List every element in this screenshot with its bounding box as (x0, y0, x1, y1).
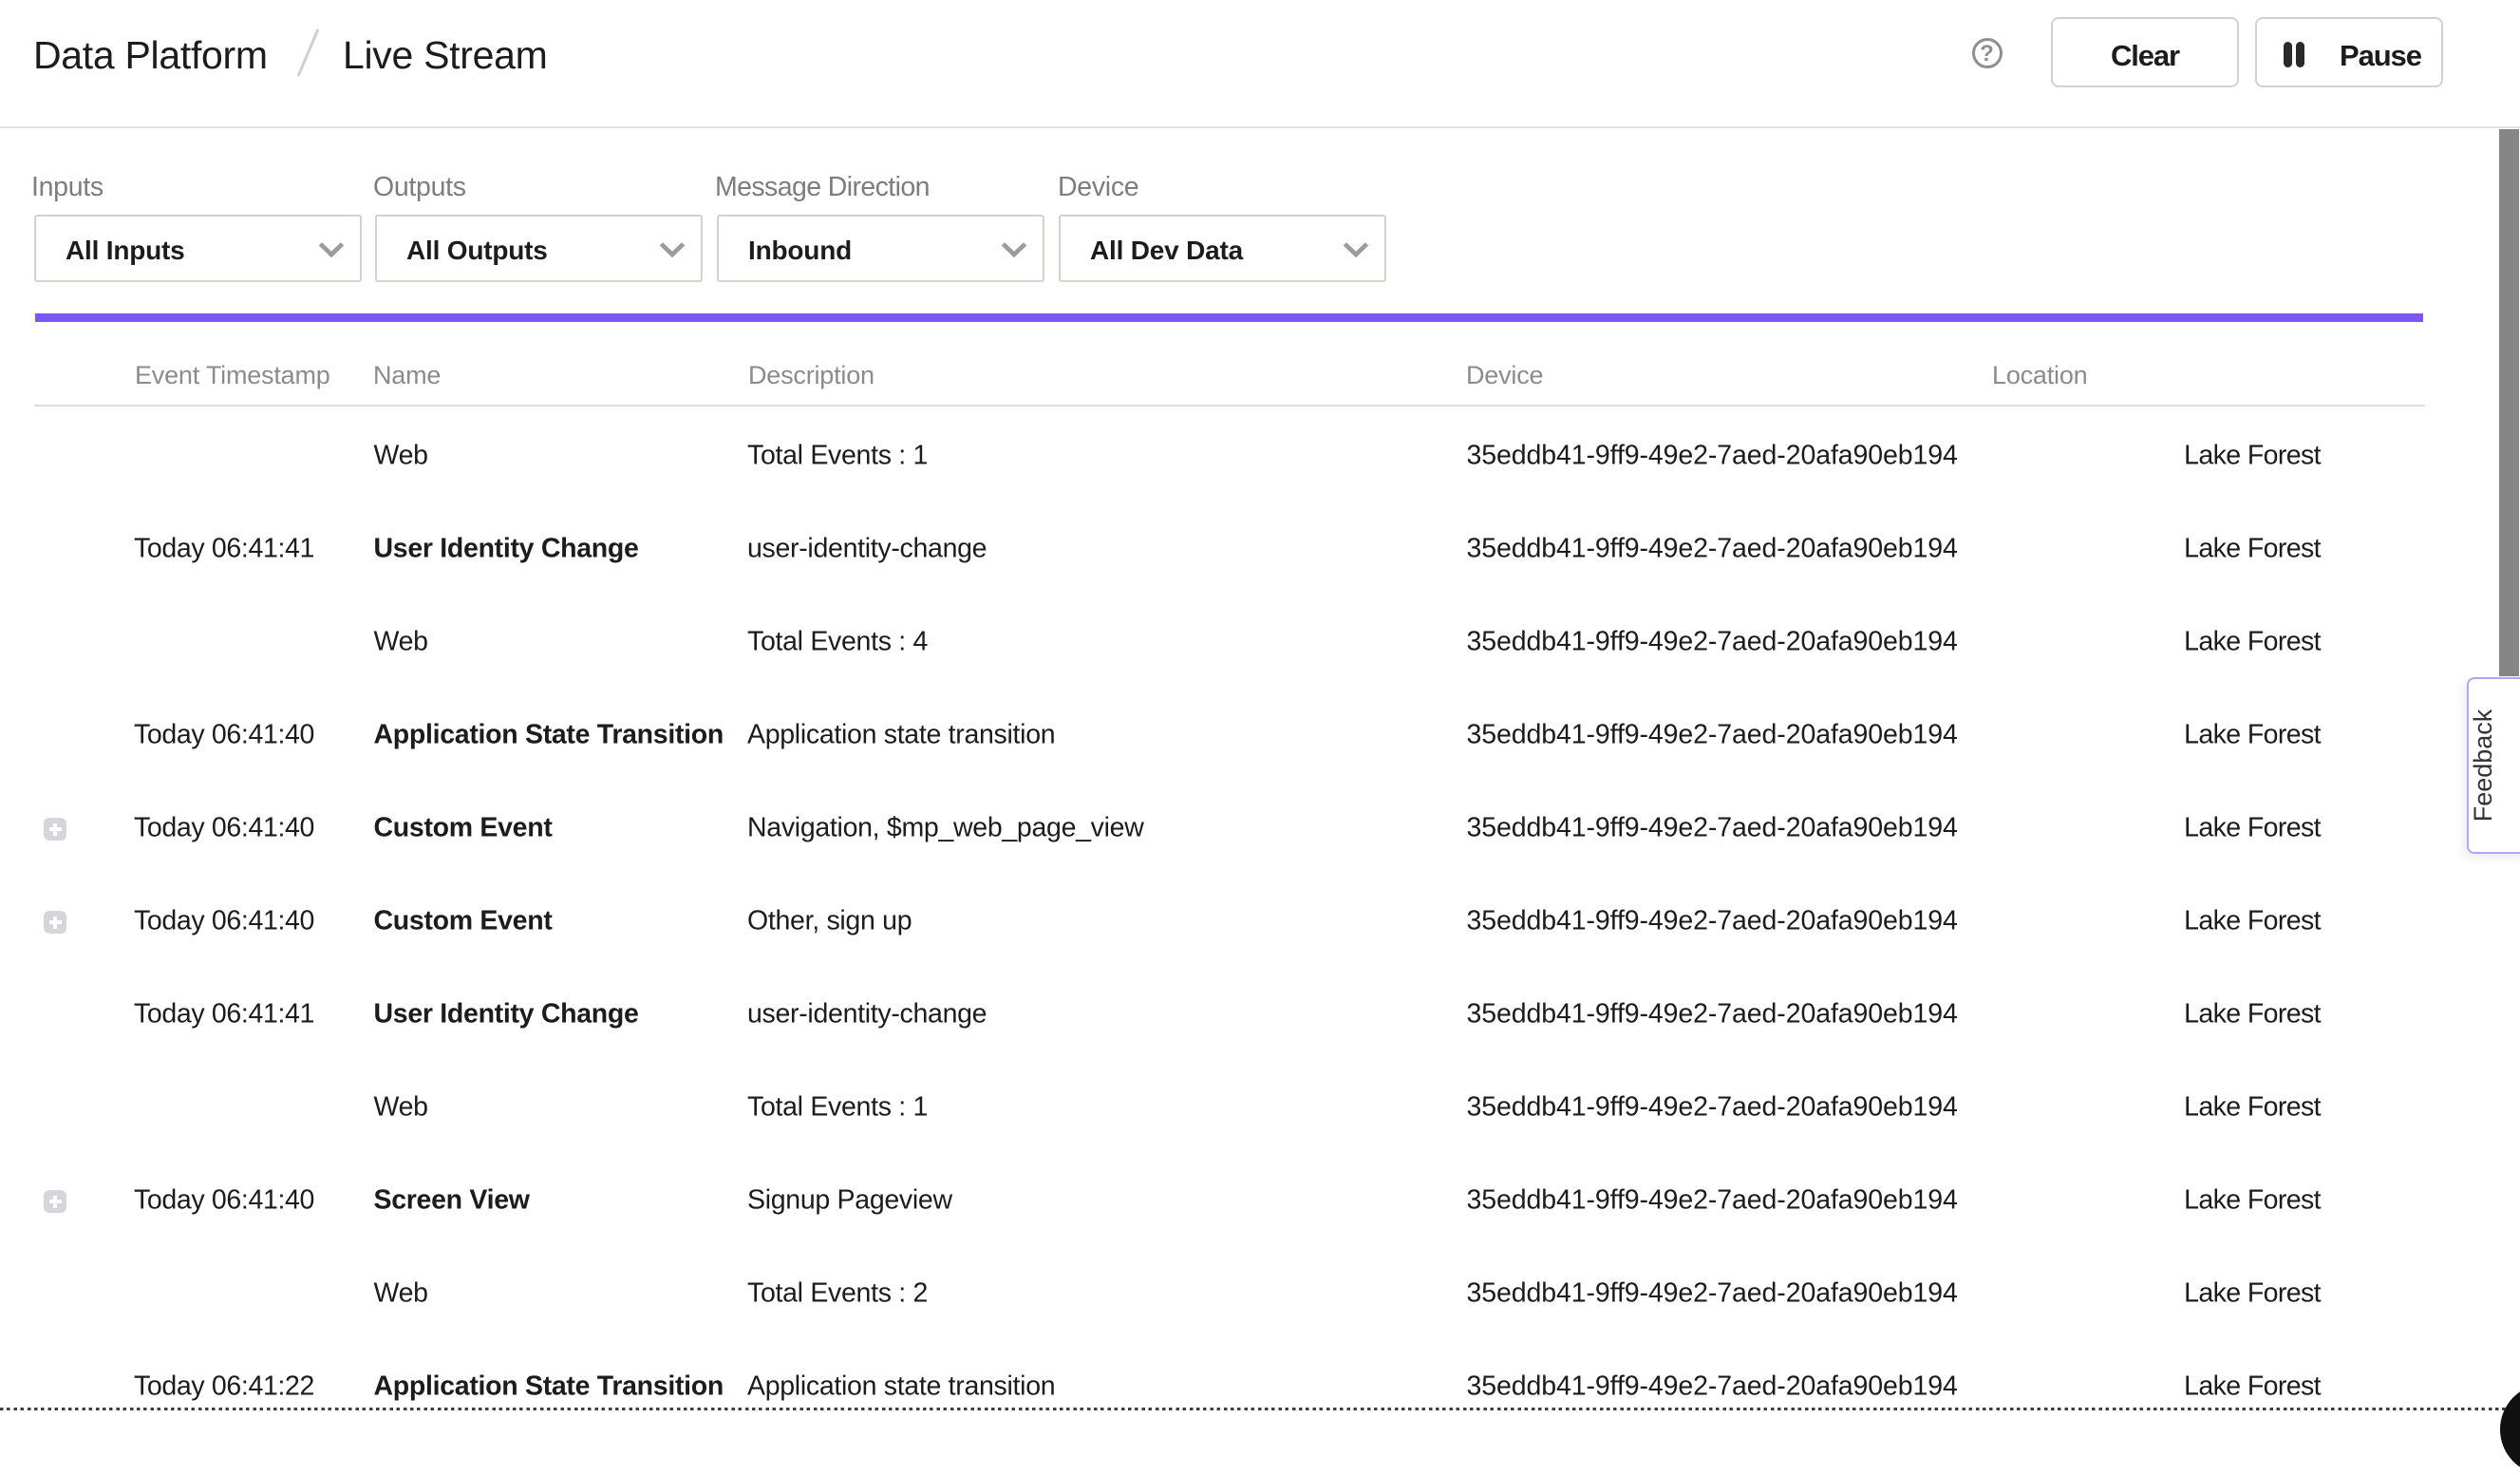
svg-text:Feedback: Feedback (2473, 709, 2497, 822)
